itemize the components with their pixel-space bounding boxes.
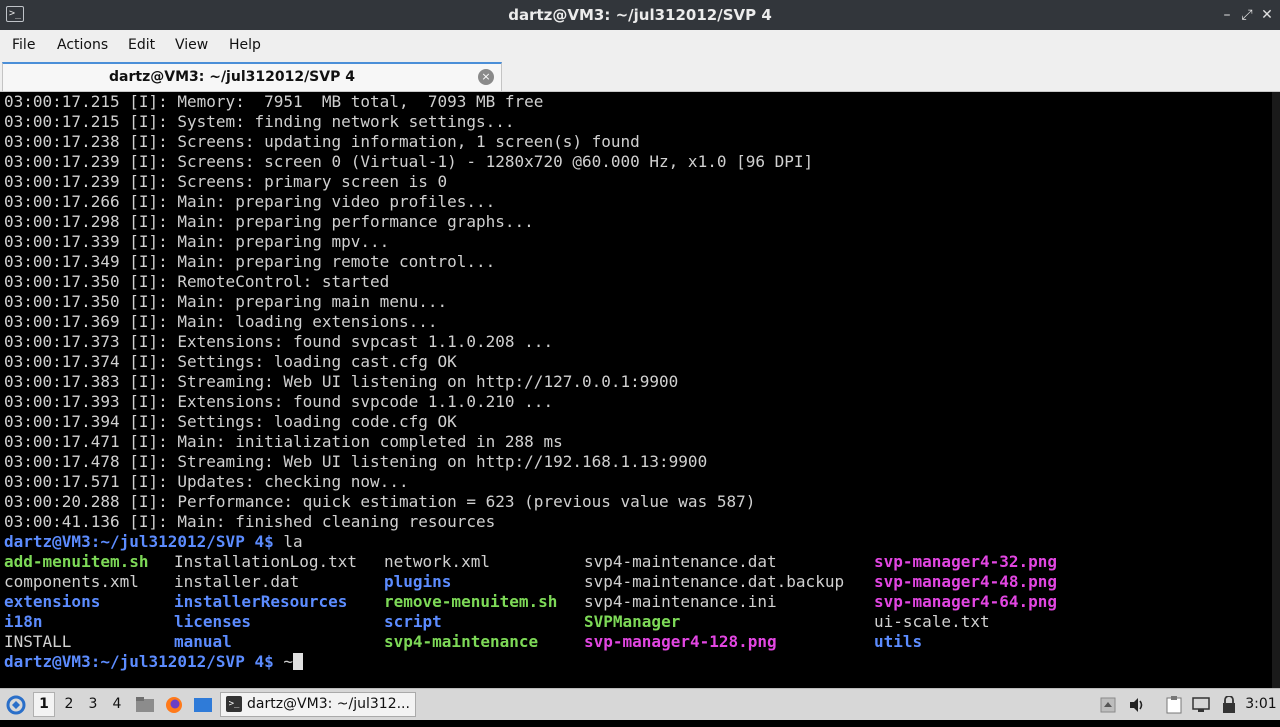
command-line: dartz@VM3:~/jul312012/SVP 4$ la xyxy=(4,532,303,552)
close-button[interactable]: ✕ xyxy=(1258,6,1276,24)
text-cursor xyxy=(292,653,303,670)
window-title: dartz@VM3: ~/jul312012/SVP 4 xyxy=(508,6,772,24)
log-line: 03:00:17.215 [I]: System: finding networ… xyxy=(4,112,515,131)
listing-entry: script xyxy=(384,612,442,631)
prompt: dartz@VM3:~/jul312012/SVP 4$ xyxy=(4,652,274,671)
log-line: 03:00:17.238 [I]: Screens: updating info… xyxy=(4,132,640,151)
listing-entry: svp-manager4-64.png xyxy=(874,592,1058,611)
listing-entry: InstallationLog.txt xyxy=(174,552,358,571)
log-line: 03:00:17.383 [I]: Streaming: Web UI list… xyxy=(4,372,679,391)
network-icon[interactable] xyxy=(1190,689,1212,720)
log-line: 03:00:17.349 [I]: Main: preparing remote… xyxy=(4,252,496,271)
listing-entry: SVPManager xyxy=(584,612,681,631)
log-line: 03:00:17.373 [I]: Extensions: found svpc… xyxy=(4,332,554,351)
menu-view[interactable]: View xyxy=(175,30,208,60)
menu-actions[interactable]: Actions xyxy=(57,30,108,60)
tray-up-icon[interactable] xyxy=(1098,689,1118,720)
log-line: 03:00:20.288 [I]: Performance: quick est… xyxy=(4,492,756,511)
taskbar-window-button[interactable]: >_ dartz@VM3: ~/jul312... xyxy=(220,692,416,717)
terminal-output[interactable]: 03:00:17.215 [I]: Memory: 7951 MB total,… xyxy=(0,92,1280,688)
log-line: 03:00:17.471 [I]: Main: initialization c… xyxy=(4,432,563,451)
listing-entry: add-menuitem.sh xyxy=(4,552,149,571)
listing-entry: components.xml xyxy=(4,572,139,591)
taskbar: 1 2 3 4 >_ dartz@VM3: ~/jul312... 3:01 xyxy=(0,688,1280,720)
listing-entry: i18n xyxy=(4,612,43,631)
workspace-4[interactable]: 4 xyxy=(106,689,128,720)
log-line: 03:00:17.393 [I]: Extensions: found svpc… xyxy=(4,392,554,411)
restore-button[interactable]: ⤢ xyxy=(1238,6,1256,24)
listing-entry: ui-scale.txt xyxy=(874,612,990,631)
lock-screen-icon[interactable] xyxy=(1218,689,1240,720)
tab-bar: dartz@VM3: ~/jul312012/SVP 4 × xyxy=(0,60,1280,92)
listing-entry: installerResources xyxy=(174,592,348,611)
log-line: 03:00:17.350 [I]: RemoteControl: started xyxy=(4,272,390,291)
log-line: 03:00:17.239 [I]: Screens: primary scree… xyxy=(4,172,448,191)
log-line: 03:00:17.266 [I]: Main: preparing video … xyxy=(4,192,496,211)
menu-edit[interactable]: Edit xyxy=(128,30,155,60)
listing-entry: svp4-maintenance xyxy=(384,632,539,651)
listing-entry: manual xyxy=(174,632,232,651)
listing-entry: svp-manager4-128.png xyxy=(584,632,777,651)
log-line: 03:00:17.298 [I]: Main: preparing perfor… xyxy=(4,212,534,231)
terminal-icon: >_ xyxy=(226,696,242,712)
listing-entry: network.xml xyxy=(384,552,490,571)
listing-entry: svp-manager4-48.png xyxy=(874,572,1058,591)
log-line: 03:00:17.571 [I]: Updates: checking now.… xyxy=(4,472,409,491)
menu-bar: File Actions Edit View Help xyxy=(0,30,1280,60)
workspace-1[interactable]: 1 xyxy=(33,692,55,717)
listing-entry: svp4-maintenance.dat.backup xyxy=(584,572,845,591)
current-input: ~ xyxy=(273,652,293,671)
start-menu-icon[interactable] xyxy=(4,689,28,720)
log-line: 03:00:17.374 [I]: Settings: loading cast… xyxy=(4,352,457,371)
volume-icon[interactable] xyxy=(1126,689,1148,720)
workspace-3[interactable]: 3 xyxy=(82,689,104,720)
firefox-icon[interactable] xyxy=(163,689,185,720)
prompt: dartz@VM3:~/jul312012/SVP 4$ xyxy=(4,532,274,551)
listing-entry: utils xyxy=(874,632,923,651)
listing-entry: licenses xyxy=(174,612,252,631)
listing-entry: svp4-maintenance.dat xyxy=(584,552,777,571)
log-line: 03:00:17.394 [I]: Settings: loading code… xyxy=(4,412,457,431)
menu-file[interactable]: File xyxy=(12,30,35,60)
listing-entry: installer.dat xyxy=(174,572,300,591)
command-text: la xyxy=(273,532,303,551)
listing-entry: svp4-maintenance.ini xyxy=(584,592,777,611)
log-line: 03:00:17.339 [I]: Main: preparing mpv... xyxy=(4,232,390,251)
minimize-button[interactable]: – xyxy=(1218,6,1236,24)
workspace-2[interactable]: 2 xyxy=(58,689,80,720)
listing-entry: svp-manager4-32.png xyxy=(874,552,1058,571)
clock[interactable]: 3:01 xyxy=(1244,689,1278,720)
tab-terminal[interactable]: dartz@VM3: ~/jul312012/SVP 4 × xyxy=(2,62,502,91)
listing-entry: extensions xyxy=(4,592,101,611)
listing-entry: INSTALL xyxy=(4,632,72,651)
title-bar: >_ dartz@VM3: ~/jul312012/SVP 4 – ⤢ ✕ xyxy=(0,0,1280,30)
log-line: 03:00:17.369 [I]: Main: loading extensio… xyxy=(4,312,438,331)
task-label: dartz@VM3: ~/jul312... xyxy=(247,696,410,712)
listing-entry: remove-menuitem.sh xyxy=(384,592,558,611)
menu-help[interactable]: Help xyxy=(229,30,261,60)
log-line: 03:00:17.239 [I]: Screens: screen 0 (Vir… xyxy=(4,152,814,171)
input-line[interactable]: dartz@VM3:~/jul312012/SVP 4$ ~ xyxy=(4,652,303,672)
clipboard-icon[interactable] xyxy=(1163,689,1185,720)
log-line: 03:00:17.350 [I]: Main: preparing main m… xyxy=(4,292,448,311)
log-line: 03:00:41.136 [I]: Main: finished cleanin… xyxy=(4,512,496,531)
listing-entry: plugins xyxy=(384,572,452,591)
log-line: 03:00:17.478 [I]: Streaming: Web UI list… xyxy=(4,452,708,471)
file-manager-icon[interactable] xyxy=(134,689,156,720)
tab-close-icon[interactable]: × xyxy=(478,69,494,85)
show-desktop-icon[interactable] xyxy=(192,689,214,720)
tab-label: dartz@VM3: ~/jul312012/SVP 4 xyxy=(109,69,355,85)
scrollbar[interactable] xyxy=(1272,92,1280,688)
log-line: 03:00:17.215 [I]: Memory: 7951 MB total,… xyxy=(4,92,544,111)
